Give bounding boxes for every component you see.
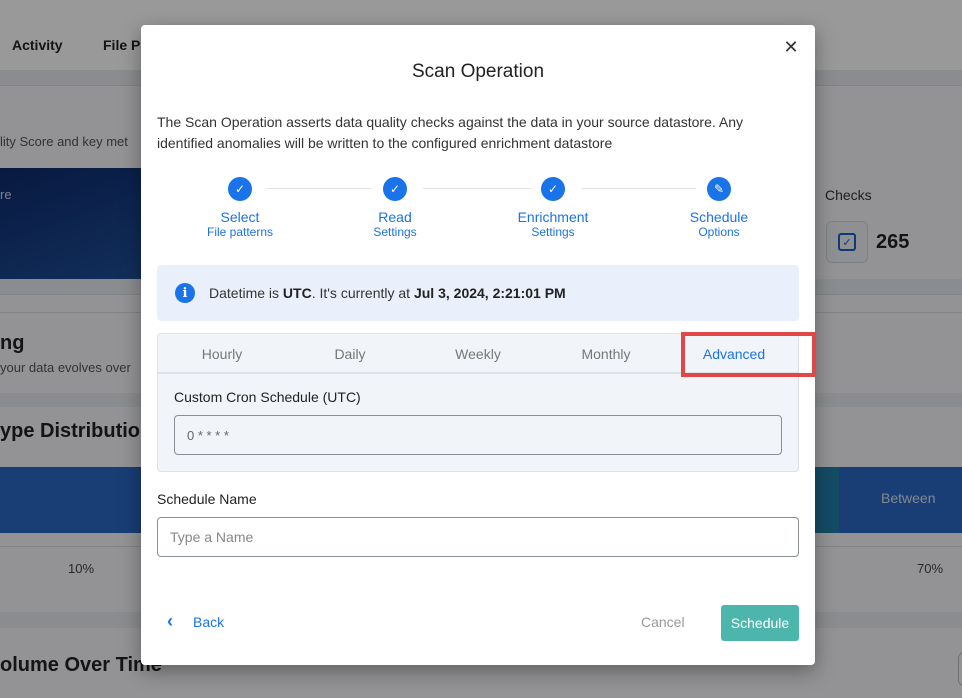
check-icon: ✓ bbox=[383, 177, 407, 201]
tab-monthly[interactable]: Monthly bbox=[542, 334, 670, 372]
info-prefix: Datetime is bbox=[209, 285, 283, 301]
step-read[interactable]: ✓ Read Settings bbox=[335, 177, 455, 240]
scan-operation-dialog: ✕ Scan Operation The Scan Operation asse… bbox=[141, 25, 816, 665]
tab-advanced[interactable]: Advanced bbox=[670, 334, 798, 372]
step-subtitle: Options bbox=[698, 225, 740, 239]
timezone-info-text: Datetime is UTC. It's currently at Jul 3… bbox=[209, 285, 566, 301]
info-timezone: UTC bbox=[282, 285, 312, 301]
check-icon: ✓ bbox=[228, 177, 252, 201]
schedule-name-input[interactable] bbox=[157, 517, 799, 557]
cron-schedule-input[interactable] bbox=[174, 415, 782, 455]
step-select[interactable]: ✓ Select File patterns bbox=[180, 177, 300, 240]
step-subtitle: File patterns bbox=[206, 225, 274, 239]
schedule-tabs-panel: Hourly Daily Weekly Monthly Advanced Cus… bbox=[157, 332, 816, 472]
schedule-button[interactable]: Schedule bbox=[721, 605, 799, 641]
cron-schedule-label: Custom Cron Schedule (UTC) bbox=[174, 389, 361, 405]
schedule-name-label: Schedule Name bbox=[157, 491, 257, 507]
chevron-left-icon: ‹ bbox=[167, 611, 173, 631]
step-enrichment[interactable]: ✓ Enrichment Settings bbox=[493, 177, 613, 240]
back-label: Back bbox=[193, 613, 225, 630]
timezone-info-alert: i Datetime is UTC. It's currently at Jul… bbox=[157, 265, 799, 321]
step-title: Enrichment bbox=[517, 209, 589, 225]
step-title: Select bbox=[220, 209, 260, 225]
check-icon: ✓ bbox=[541, 177, 565, 201]
info-icon: i bbox=[175, 283, 195, 303]
close-icon[interactable]: ✕ bbox=[781, 37, 801, 57]
schedule-tabs: Hourly Daily Weekly Monthly Advanced bbox=[158, 334, 798, 374]
step-title: Read bbox=[378, 209, 412, 225]
step-subtitle: Settings bbox=[373, 225, 417, 239]
info-middle: . It's currently at bbox=[311, 285, 414, 301]
dialog-description: The Scan Operation asserts data quality … bbox=[157, 114, 744, 151]
pencil-icon: ✎ bbox=[707, 177, 731, 201]
tab-daily[interactable]: Daily bbox=[286, 334, 414, 372]
step-schedule[interactable]: ✎ Schedule Options bbox=[659, 177, 779, 240]
info-datetime: Jul 3, 2024, 2:21:01 PM bbox=[413, 285, 566, 301]
back-button[interactable]: ‹ Back bbox=[167, 611, 224, 632]
stepper: ✓ Select File patterns ✓ Read Settings ✓… bbox=[157, 177, 799, 247]
tab-weekly[interactable]: Weekly bbox=[414, 334, 542, 372]
step-title: Schedule bbox=[689, 209, 749, 225]
cancel-button[interactable]: Cancel bbox=[641, 614, 685, 630]
dialog-title: Scan Operation bbox=[411, 61, 545, 82]
tab-hourly[interactable]: Hourly bbox=[158, 334, 286, 372]
step-subtitle: Settings bbox=[531, 225, 575, 239]
